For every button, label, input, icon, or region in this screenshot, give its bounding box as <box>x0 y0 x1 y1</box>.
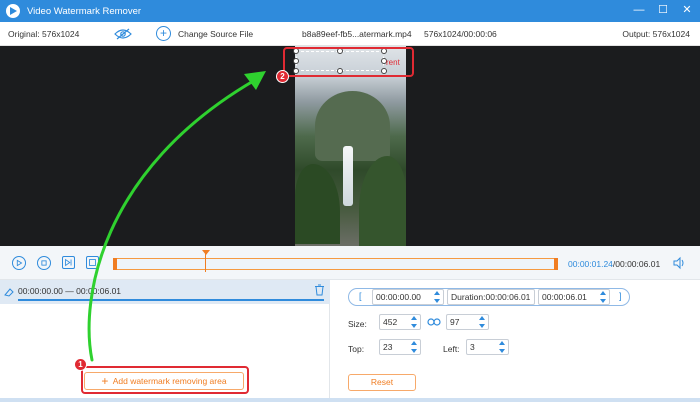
original-resolution: Original: 576x1024 <box>8 29 80 39</box>
segment-range: 00:00:00.00 — 00:00:06.01 <box>18 286 122 296</box>
end-time-value: 00:00:06.01 <box>542 292 587 302</box>
change-source-button[interactable]: Change Source File <box>178 29 253 39</box>
play-logo-icon <box>6 4 20 18</box>
duration-field: Duration:00:00:06.01 <box>447 289 535 305</box>
minimize-icon[interactable]: — <box>632 2 646 18</box>
waterfall-shape <box>343 146 353 206</box>
reset-button[interactable]: Reset <box>348 374 416 391</box>
width-value: 452 <box>383 317 398 327</box>
playhead[interactable] <box>202 250 211 272</box>
bottom-strip <box>0 398 700 402</box>
spinner-icon[interactable] <box>411 341 418 353</box>
height-value: 97 <box>450 317 460 327</box>
file-name: b8a89eef-fb5...atermark.mp4 <box>302 29 412 39</box>
time-range-row: [ 00:00:00.00 Duration:00:00:06.01 00:00… <box>348 288 630 306</box>
spinner-icon[interactable] <box>479 316 486 328</box>
size-label: Size: <box>348 319 367 329</box>
left-label: Left: <box>443 344 460 354</box>
timeline-track[interactable] <box>113 258 558 270</box>
top-value: 23 <box>383 342 393 352</box>
foliage-right <box>359 156 406 246</box>
app-title: Video Watermark Remover <box>27 5 142 17</box>
height-field[interactable]: 97 <box>446 314 489 330</box>
eye-hidden-icon[interactable] <box>114 28 132 40</box>
loop-icon[interactable] <box>86 256 99 269</box>
eraser-icon <box>4 288 14 297</box>
file-meta: 576x1024/00:00:06 <box>424 29 497 39</box>
spinner-icon[interactable] <box>600 291 607 303</box>
left-value: 3 <box>470 342 475 352</box>
duration-value: Duration:00:00:06.01 <box>451 292 531 302</box>
spinner-icon[interactable] <box>411 316 418 328</box>
end-time-field[interactable]: 00:00:06.01 <box>538 289 610 305</box>
maximize-icon[interactable]: ☐ <box>656 2 670 18</box>
settings-panel: [ 00:00:00.00 Duration:00:00:06.01 00:00… <box>331 280 700 402</box>
link-icon[interactable] <box>427 317 441 327</box>
close-icon[interactable]: ✕ <box>680 2 694 18</box>
set-end-button[interactable]: ] <box>619 291 622 301</box>
segment-progress-line <box>18 299 324 301</box>
volume-icon[interactable] <box>672 256 686 270</box>
highlight-frame-1 <box>81 366 249 394</box>
output-resolution[interactable]: Output: 576x1024 <box>622 29 690 39</box>
foliage-left <box>295 164 340 244</box>
title-bar: Video Watermark Remover — ☐ ✕ <box>0 0 700 22</box>
segment-row[interactable]: 00:00:00.00 — 00:00:06.01 <box>0 280 330 304</box>
start-time-field[interactable]: 00:00:00.00 <box>372 289 444 305</box>
next-frame-icon[interactable] <box>62 256 75 269</box>
step-2-badge: 2 <box>276 70 289 83</box>
trim-start-handle[interactable] <box>113 258 117 270</box>
spinner-icon[interactable] <box>434 291 441 303</box>
window-controls: — ☐ ✕ <box>632 2 694 18</box>
set-start-button[interactable]: [ <box>359 291 362 301</box>
segment-panel: 00:00:00.00 — 00:00:06.01 + Add watermar… <box>0 280 330 402</box>
plus-icon[interactable]: + <box>156 26 171 41</box>
step-1-badge: 1 <box>74 358 87 371</box>
trash-icon[interactable] <box>314 284 325 296</box>
video-preview: rent 2 <box>0 46 700 246</box>
start-time-value: 00:00:00.00 <box>376 292 421 302</box>
width-field[interactable]: 452 <box>379 314 421 330</box>
current-time: 00:00:01.24 <box>568 259 613 269</box>
total-time: /00:00:06.01 <box>612 259 661 269</box>
timeline-bar: 00:00:01.24/00:00:06.01 <box>0 246 700 280</box>
top-field[interactable]: 23 <box>379 339 421 355</box>
play-icon[interactable] <box>12 256 26 270</box>
spinner-icon[interactable] <box>499 341 506 353</box>
info-bar: Original: 576x1024 + Change Source File … <box>0 22 700 46</box>
stop-icon[interactable] <box>37 256 51 270</box>
trim-end-handle[interactable] <box>554 258 558 270</box>
top-label: Top: <box>348 344 365 354</box>
timecode: 00:00:01.24/00:00:06.01 <box>568 259 660 269</box>
highlight-frame-2 <box>283 47 414 77</box>
left-field[interactable]: 3 <box>466 339 509 355</box>
